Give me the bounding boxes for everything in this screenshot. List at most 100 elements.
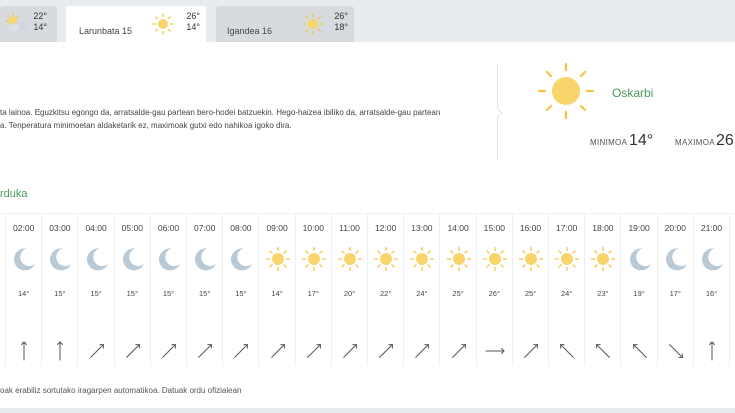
- sun-icon: [152, 13, 174, 40]
- hour-time: 05:00: [121, 223, 143, 233]
- hour-temp: 17°: [669, 289, 681, 298]
- tab-temp-max: 22°: [33, 11, 47, 21]
- wind-arrow-icon: [122, 340, 144, 367]
- hour-time: 02:00: [13, 223, 35, 233]
- wind-arrow-icon: [629, 340, 651, 367]
- sun-icon: [518, 246, 544, 277]
- moon-icon: [156, 246, 182, 277]
- hour-temp: 16°: [705, 289, 718, 298]
- hour-time: 10:00: [302, 223, 324, 233]
- hourly-section-title: rduka: [0, 188, 28, 200]
- hour-column: 18:00 23°: [585, 214, 622, 366]
- wind-arrow-icon: [158, 340, 180, 367]
- hour-time: 07:00: [194, 223, 216, 233]
- wind-arrow-icon: [411, 340, 433, 367]
- hour-temp: 15°: [90, 289, 102, 298]
- tab-temps: 22° 14°: [28, 11, 47, 33]
- hour-column: 10:00 17°: [296, 214, 332, 366]
- hour-temp: 24°: [561, 289, 573, 298]
- sun-icon: [301, 246, 327, 277]
- sun-icon: [302, 13, 324, 40]
- hour-temp: 26°: [488, 289, 500, 298]
- wind-arrow-icon: [484, 340, 506, 367]
- wind-arrow-icon: [448, 340, 470, 367]
- tab-temp-min: 14°: [186, 22, 200, 32]
- summary-notch: [492, 107, 503, 118]
- wind-arrow-icon: [520, 340, 542, 367]
- hour-column: 03:00 15°: [42, 214, 79, 367]
- wind-arrow-icon: [49, 340, 71, 367]
- hour-time: 14:00: [447, 223, 469, 233]
- forecast-description: ta lainoa. Eguzkitsu egongo da, arratsal…: [0, 106, 480, 132]
- sun-icon: [373, 246, 399, 277]
- moon-icon: [84, 246, 110, 277]
- hour-column: 08:00 15°: [223, 214, 260, 366]
- moon-icon: [120, 246, 146, 277]
- moon-icon: [192, 246, 218, 277]
- hour-temp: 17°: [307, 289, 319, 298]
- moon-icon: [0, 246, 1, 277]
- forecast-panel: ta lainoa. Eguzkitsu egongo da, arratsal…: [0, 42, 735, 408]
- hour-temp: 19°: [633, 289, 645, 298]
- hour-time: 16:00: [519, 223, 542, 233]
- moon-icon: [699, 246, 725, 277]
- sun-icon: [409, 246, 435, 277]
- max-temp-label: MAXIMOA: [675, 138, 715, 147]
- hour-temp: 25°: [452, 289, 464, 298]
- hour-time: 20:00: [664, 223, 686, 233]
- sun-icon: [482, 246, 508, 277]
- hour-time: 04:00: [85, 223, 107, 233]
- hour-column: [0, 214, 6, 366]
- tab-temp-min: 14°: [33, 22, 47, 32]
- hour-temp: 15°: [235, 289, 247, 298]
- hour-time: 06:00: [157, 223, 180, 233]
- sun-cloud-icon: [4, 12, 28, 38]
- hour-column: 17:00 24°: [549, 214, 586, 366]
- sun-icon: [337, 246, 363, 277]
- wind-arrow-icon: [303, 340, 325, 367]
- hour-temp: 15°: [199, 289, 211, 298]
- tab-temps: 26° 14°: [180, 11, 200, 33]
- hour-temp: 25°: [524, 289, 537, 298]
- hour-time: 12:00: [375, 223, 397, 233]
- hour-temp: 14°: [18, 289, 30, 298]
- hour-column: 13:00 24°: [404, 214, 441, 367]
- tab-day-saturday[interactable]: Larunbata 15 26° 14°: [66, 6, 206, 42]
- sun-icon: [446, 246, 472, 277]
- wind-arrow-icon: [13, 340, 35, 367]
- tab-day-friday[interactable]: 22° 14°: [0, 6, 57, 42]
- hour-temp: 15°: [162, 289, 175, 298]
- moon-icon: [627, 246, 653, 277]
- wind-arrow-icon: [86, 340, 108, 367]
- hour-column: 07:00 15°: [187, 214, 224, 367]
- moon-icon: [228, 246, 254, 277]
- description-line: ta lainoa. Eguzkitsu egongo da, arratsal…: [0, 108, 441, 117]
- hour-temp: 20°: [343, 289, 356, 298]
- hour-temp: 23°: [597, 289, 609, 298]
- hour-column: 21:00 16°: [694, 214, 730, 366]
- hour-time: 03:00: [49, 223, 71, 233]
- wind-arrow-icon: [267, 340, 289, 367]
- max-temp-value: 26: [716, 132, 734, 149]
- tab-day-sunday[interactable]: Igandea 16 26° 18°: [216, 6, 354, 42]
- hour-time: 18:00: [592, 223, 614, 233]
- hour-column: 12:00 22°: [368, 214, 405, 366]
- moon-icon: [663, 246, 689, 277]
- hour-time: 19:00: [628, 223, 650, 233]
- wind-arrow-icon: [194, 340, 216, 367]
- hour-column: 02:00 14°: [6, 214, 43, 367]
- tab-temps: 26° 18°: [328, 11, 348, 33]
- hour-column: 15:00 26°: [477, 214, 513, 366]
- condition-label: Oskarbi: [612, 86, 654, 100]
- hour-column: 16:00 25°: [513, 214, 549, 366]
- moon-icon: [11, 246, 37, 277]
- wind-arrow-icon: [701, 340, 723, 367]
- sun-icon: [590, 246, 616, 277]
- hour-time: 21:00: [700, 223, 723, 233]
- hour-temp: 15°: [126, 289, 138, 298]
- sun-icon: [554, 246, 580, 277]
- wind-arrow-icon: [339, 340, 361, 367]
- day-tabs: 22° 14° Larunbata 15 26° 14° Igandea 16: [0, 0, 735, 42]
- hour-time: 08:00: [230, 223, 252, 233]
- description-line: a. Tenperatura minimoetan aldaketarik ez…: [0, 121, 292, 130]
